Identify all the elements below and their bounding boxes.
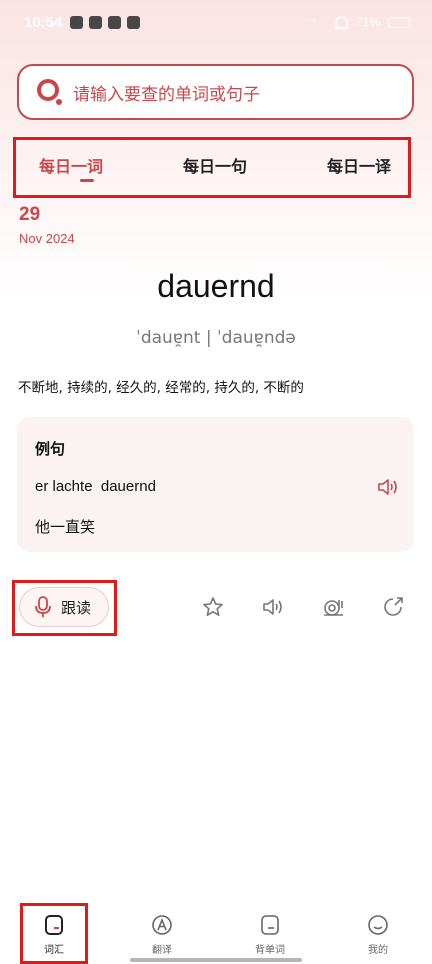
status-bar: 10:54 •• 71%	[0, 0, 432, 50]
app-notification-icon	[89, 16, 102, 29]
example-title: 例句	[35, 440, 66, 458]
status-time: 10:54	[24, 14, 63, 31]
mic-icon	[35, 596, 51, 617]
example-sentence: er lachte dauernd	[35, 478, 156, 495]
tab-word-of-day[interactable]: 每日一词	[39, 153, 103, 177]
date-month: Nov 2024	[19, 231, 75, 246]
tab-active-indicator	[80, 179, 94, 182]
nav-label-translate: 翻译	[152, 945, 172, 956]
battery-percent: 71%	[355, 15, 380, 29]
nav-label-memorize: 背单词	[255, 945, 285, 956]
tiktok-icon	[70, 16, 83, 29]
example-card: 例句 er lachte dauernd 他一直笑	[17, 417, 414, 552]
share-icon[interactable]	[382, 596, 404, 618]
translate-icon	[152, 915, 172, 935]
example-speaker-icon[interactable]	[377, 477, 399, 497]
star-icon[interactable]	[202, 596, 224, 618]
snail-icon[interactable]	[322, 596, 344, 618]
tab-sentence-of-day[interactable]: 每日一句	[183, 153, 247, 177]
search-icon	[37, 79, 62, 105]
network-speed-icon: ••	[306, 17, 317, 26]
profile-icon	[368, 915, 388, 935]
nav-vocab-highlight-frame	[20, 903, 88, 964]
follow-read-frame: 跟读	[12, 580, 117, 636]
speaker-icon[interactable]	[262, 596, 284, 618]
nav-item-translate[interactable]: 翻译	[132, 914, 192, 956]
battery-icon	[388, 16, 410, 28]
status-right: •• 71%	[307, 15, 410, 29]
date-day: 29	[19, 204, 41, 225]
wifi-icon	[334, 15, 348, 29]
example-translation: 他一直笑	[35, 518, 96, 536]
nav-item-memorize[interactable]: 背单词	[240, 914, 300, 956]
search-input[interactable]: 请输入要查的单词或句子	[17, 64, 414, 120]
tab-translation-of-day[interactable]: 每日一译	[327, 153, 391, 177]
headword: dauernd	[157, 268, 275, 304]
nav-label-profile: 我的	[368, 945, 388, 956]
home-indicator[interactable]	[130, 958, 302, 962]
nav-item-profile[interactable]: 我的	[348, 914, 408, 956]
follow-read-label: 跟读	[61, 598, 92, 617]
calendar-icon	[108, 16, 121, 29]
search-placeholder: 请输入要查的单词或句子	[73, 84, 260, 105]
memorize-icon	[261, 915, 279, 935]
status-notification-icons	[70, 16, 140, 29]
phonetic: ˈdauɐ̯nt | ˈdauɐ̯ndə	[136, 328, 296, 348]
settings-notification-icon	[127, 16, 140, 29]
definition: 不断地, 持续的, 经久的, 经常的, 持久的, 不断的	[18, 380, 304, 396]
tabs-bar: 每日一词 每日一句 每日一译	[13, 137, 411, 198]
follow-read-button[interactable]: 跟读	[19, 587, 109, 627]
